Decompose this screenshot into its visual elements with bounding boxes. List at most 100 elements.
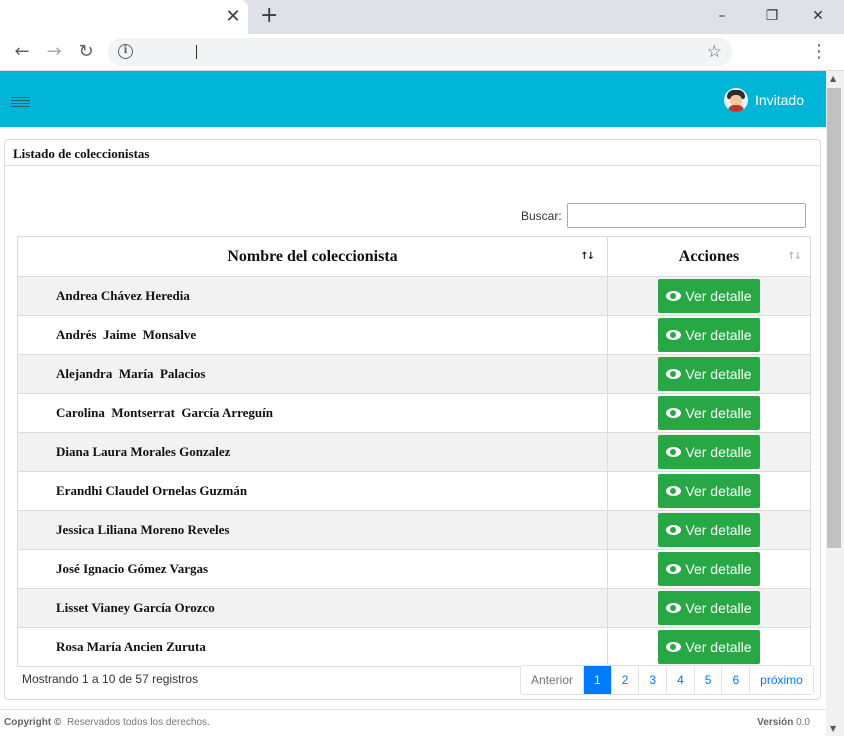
browser-tab[interactable]: ✕ (0, 0, 248, 34)
sort-asc-icon: ↑↓ (580, 251, 595, 262)
view-detail-button[interactable]: Ver detalle (658, 474, 760, 508)
collector-name: Diana Laura Morales Gonzalez (17, 432, 608, 472)
table-row: José Ignacio Gómez Vargas Ver detalle (17, 549, 811, 589)
view-detail-button[interactable]: Ver detalle (658, 318, 760, 352)
view-detail-label: Ver detalle (685, 483, 752, 499)
actions-cell: Ver detalle (607, 432, 811, 472)
scroll-thumb[interactable] (827, 88, 841, 548)
tab-close-icon[interactable]: ✕ (224, 8, 242, 26)
search-input[interactable] (567, 203, 806, 228)
minimize-icon[interactable]: – (712, 6, 732, 26)
view-detail-button[interactable]: Ver detalle (658, 591, 760, 625)
pagination-next[interactable]: próximo (750, 666, 813, 694)
scroll-down-icon[interactable]: ▼ (830, 724, 836, 733)
collector-name: Andrés Jaime Monsalve (17, 315, 608, 355)
collector-name: Alejandra María Palacios (17, 354, 608, 394)
actions-cell: Ver detalle (607, 471, 811, 511)
eye-icon (666, 291, 682, 301)
collector-name: Carolina Montserrat García Arreguín (17, 393, 608, 433)
collector-name: Jessica Liliana Moreno Reveles (17, 510, 608, 550)
collector-name: Rosa María Ancien Zuruta (17, 627, 608, 667)
site-info-icon[interactable]: i (118, 44, 133, 59)
actions-cell: Ver detalle (607, 276, 811, 316)
eye-icon (666, 525, 682, 535)
view-detail-label: Ver detalle (685, 366, 752, 382)
actions-cell: Ver detalle (607, 393, 811, 433)
browser-toolbar: ← → ↻ i ☆ ⋮ (0, 34, 844, 71)
actions-cell: Ver detalle (607, 510, 811, 550)
eye-icon (666, 447, 682, 457)
back-icon[interactable]: ← (11, 41, 33, 63)
actions-cell: Ver detalle (607, 549, 811, 589)
bookmark-star-icon[interactable]: ☆ (707, 42, 722, 62)
pagination-page-2[interactable]: 2 (611, 666, 640, 694)
collector-name: José Ignacio Gómez Vargas (17, 549, 608, 589)
new-tab-icon[interactable]: + (260, 5, 278, 27)
table-row: Alejandra María Palacios Ver detalle (17, 354, 811, 394)
window-close-icon[interactable]: ✕ (808, 6, 828, 26)
pagination-page-1[interactable]: 1 (584, 666, 612, 694)
pagination-page-4[interactable]: 4 (667, 666, 695, 694)
browser-menu-icon[interactable]: ⋮ (808, 41, 830, 63)
browser-tabbar: ✕ + – ❐ ✕ (0, 0, 844, 34)
text-caret (196, 45, 197, 59)
table-row: Lisset Vianey García Orozco Ver detalle (17, 588, 811, 628)
reload-icon[interactable]: ↻ (75, 41, 97, 63)
actions-cell: Ver detalle (607, 627, 811, 667)
eye-icon (666, 330, 682, 340)
hamburger-menu-icon[interactable] (11, 97, 30, 109)
footer-copyright: Copyright © Reservados todos los derecho… (4, 717, 210, 728)
view-detail-button[interactable]: Ver detalle (658, 435, 760, 469)
actions-cell: Ver detalle (607, 588, 811, 628)
view-detail-button[interactable]: Ver detalle (658, 396, 760, 430)
table-row: Andrea Chávez Heredia Ver detalle (17, 276, 811, 316)
view-detail-button[interactable]: Ver detalle (658, 552, 760, 586)
view-detail-button[interactable]: Ver detalle (658, 630, 760, 664)
address-bar[interactable]: i ☆ (108, 38, 732, 66)
collector-name: Lisset Vianey García Orozco (17, 588, 608, 628)
view-detail-button[interactable]: Ver detalle (658, 279, 760, 313)
table-row: Erandhi Claudel Ornelas Guzmán Ver detall… (17, 471, 811, 511)
user-name: Invitado (754, 92, 804, 108)
view-detail-label: Ver detalle (685, 639, 752, 655)
view-detail-label: Ver detalle (685, 327, 752, 343)
eye-icon (666, 564, 682, 574)
table-row: Carolina Montserrat García Arreguín Ver d… (17, 393, 811, 433)
sort-icon: ↑↓ (787, 251, 802, 262)
column-header-name[interactable]: Nombre del coleccionista ↑↓ (17, 236, 608, 277)
eye-icon (666, 486, 682, 496)
column-header-actions[interactable]: Acciones ↑↓ (607, 236, 811, 277)
pagination: Anterior 1 2 3 4 5 6 próximo (520, 665, 814, 695)
table-row: Andrés Jaime Monsalve Ver detalle (17, 315, 811, 355)
view-detail-label: Ver detalle (685, 600, 752, 616)
pagination-previous[interactable]: Anterior (521, 666, 585, 694)
collectors-table: Nombre del coleccionista ↑↓ Acciones ↑↓ … (17, 236, 811, 667)
scroll-up-icon[interactable]: ▲ (830, 74, 836, 83)
table-info: Mostrando 1 a 10 de 57 registros (22, 672, 199, 686)
view-detail-button[interactable]: Ver detalle (658, 357, 760, 391)
eye-icon (666, 408, 682, 418)
eye-icon (666, 603, 682, 613)
page-scrollbar[interactable]: ▲ ▼ (826, 71, 844, 736)
search-label: Buscar: (521, 209, 562, 223)
pagination-page-5[interactable]: 5 (694, 666, 723, 694)
footer-version: Versión 0.0 (757, 717, 810, 728)
actions-cell: Ver detalle (607, 354, 811, 394)
avatar (723, 88, 748, 112)
view-detail-label: Ver detalle (685, 405, 752, 421)
eye-icon (666, 642, 682, 652)
pagination-page-6[interactable]: 6 (722, 666, 751, 694)
view-detail-label: Ver detalle (685, 522, 752, 538)
user-menu[interactable]: Invitado (723, 88, 804, 112)
view-detail-button[interactable]: Ver detalle (658, 513, 760, 547)
table-row: Jessica Liliana Moreno Reveles Ver detall… (17, 510, 811, 550)
collector-name: Andrea Chávez Heredia (17, 276, 608, 316)
table-row: Diana Laura Morales Gonzalez Ver detalle (17, 432, 811, 472)
view-detail-label: Ver detalle (685, 444, 752, 460)
app-header: Invitado (0, 71, 826, 127)
pagination-page-3[interactable]: 3 (639, 666, 668, 694)
card-title: Listado de coleccionistas (5, 140, 820, 166)
forward-icon[interactable]: → (43, 41, 65, 63)
maximize-icon[interactable]: ❐ (762, 6, 782, 26)
actions-cell: Ver detalle (607, 315, 811, 355)
